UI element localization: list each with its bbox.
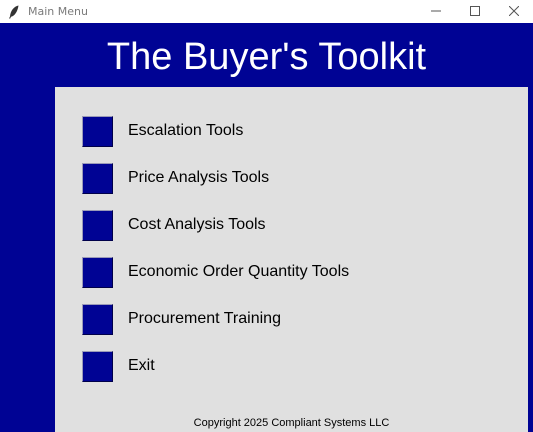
maximize-icon xyxy=(469,3,480,21)
window-controls xyxy=(416,0,533,23)
feather-icon xyxy=(6,4,22,20)
minimize-button[interactable] xyxy=(416,0,455,23)
title-bar[interactable]: Main Menu xyxy=(0,0,533,23)
close-icon xyxy=(508,3,519,21)
menu-item-label[interactable]: Economic Order Quantity Tools xyxy=(128,263,349,281)
menu-item-cost-analysis-tools[interactable]: Cost Analysis Tools xyxy=(82,208,266,242)
menu-item-escalation-tools[interactable]: Escalation Tools xyxy=(82,114,243,148)
eoq-tools-button[interactable] xyxy=(82,256,113,288)
close-button[interactable] xyxy=(494,0,533,23)
menu-item-label[interactable]: Cost Analysis Tools xyxy=(128,216,266,234)
menu-item-label[interactable]: Exit xyxy=(128,357,155,375)
menu-item-exit[interactable]: Exit xyxy=(82,349,155,383)
procurement-training-button[interactable] xyxy=(82,303,113,335)
main-menu-window: Main Menu The Buyer's Toolkit Escalation… xyxy=(0,0,533,432)
menu-item-label[interactable]: Escalation Tools xyxy=(128,122,243,140)
menu-item-label[interactable]: Price Analysis Tools xyxy=(128,169,269,187)
window-title: Main Menu xyxy=(28,5,88,18)
menu-item-price-analysis-tools[interactable]: Price Analysis Tools xyxy=(82,161,269,195)
menu-item-eoq-tools[interactable]: Economic Order Quantity Tools xyxy=(82,255,349,289)
app-title: The Buyer's Toolkit xyxy=(106,36,427,78)
maximize-button[interactable] xyxy=(455,0,494,23)
client-area: The Buyer's Toolkit Escalation Tools Pri… xyxy=(0,23,533,432)
minimize-icon xyxy=(430,3,441,21)
menu-item-label[interactable]: Procurement Training xyxy=(128,310,281,328)
exit-button[interactable] xyxy=(82,350,113,382)
cost-analysis-tools-button[interactable] xyxy=(82,209,113,241)
escalation-tools-button[interactable] xyxy=(82,115,113,147)
price-analysis-tools-button[interactable] xyxy=(82,162,113,194)
menu-panel: Escalation Tools Price Analysis Tools Co… xyxy=(55,87,528,432)
copyright-text: Copyright 2025 Compliant Systems LLC xyxy=(193,417,390,429)
menu-item-procurement-training[interactable]: Procurement Training xyxy=(82,302,281,336)
